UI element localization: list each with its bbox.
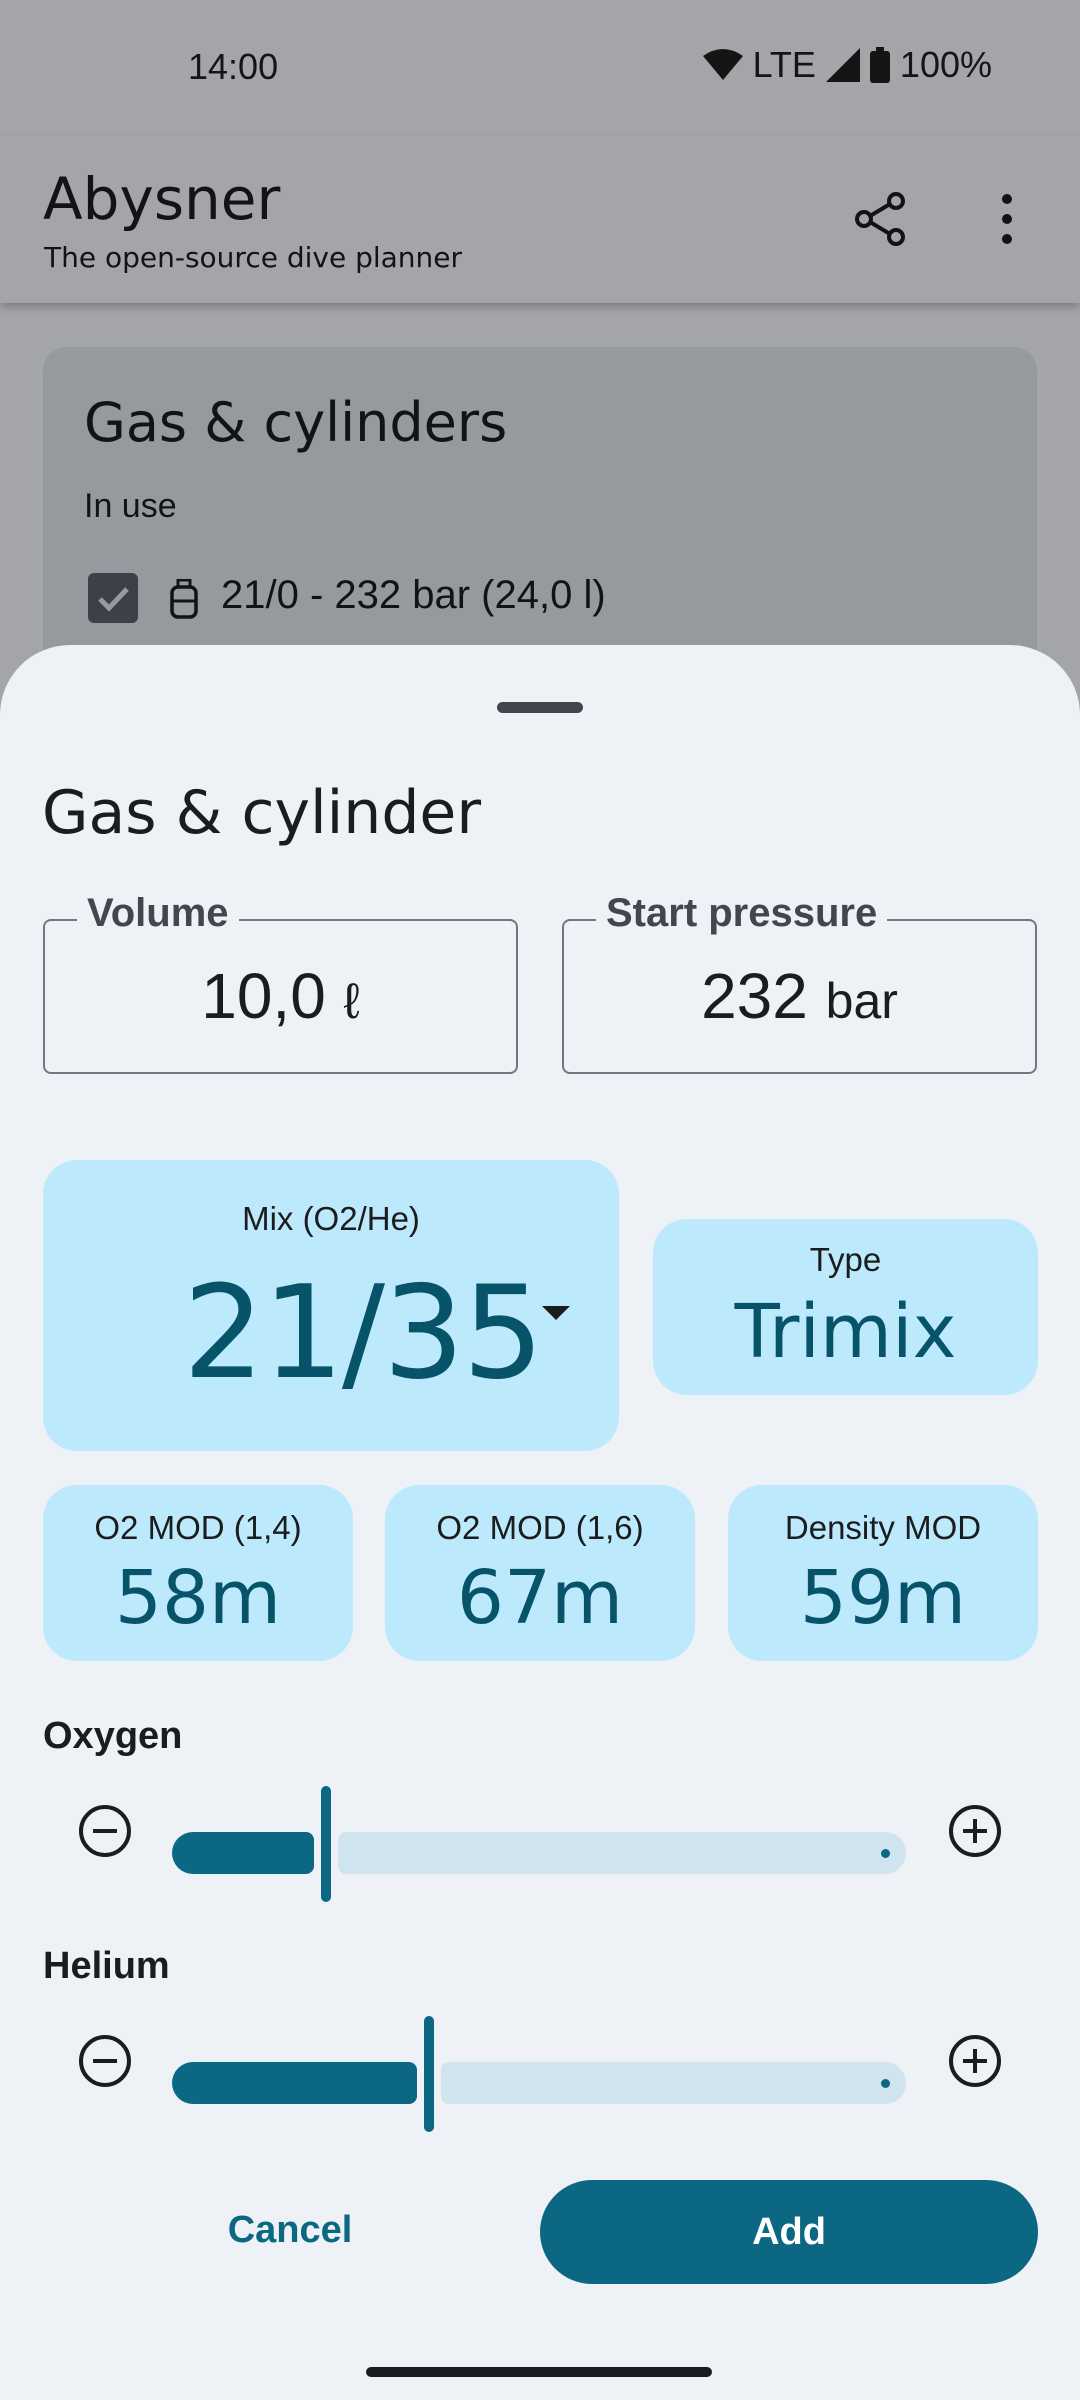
slider-active-track bbox=[172, 2062, 417, 2104]
helium-increase-button[interactable] bbox=[949, 2035, 1001, 2087]
slider-stop-dot bbox=[881, 2079, 890, 2088]
volume-label: Volume bbox=[77, 891, 239, 936]
start-pressure-value: 232 bbox=[701, 960, 808, 1032]
bottom-sheet: Gas & cylinder Volume 10,0 ℓ Start press… bbox=[0, 645, 1080, 2400]
mod-value: 59m bbox=[799, 1555, 967, 1641]
start-pressure-field[interactable]: Start pressure 232 bar bbox=[562, 891, 1037, 1074]
slider-inactive-track bbox=[441, 2062, 906, 2104]
minus-icon bbox=[93, 2059, 117, 2063]
volume-value-wrap: 10,0 ℓ bbox=[45, 959, 516, 1033]
cancel-button[interactable]: Cancel bbox=[180, 2180, 400, 2280]
helium-label: Helium bbox=[43, 1945, 170, 1987]
slider-thumb[interactable] bbox=[321, 1786, 331, 1902]
type-value: Trimix bbox=[734, 1289, 957, 1375]
mix-dropdown[interactable]: Mix (O2/He) 21/35 bbox=[43, 1160, 619, 1451]
mod-value: 58m bbox=[114, 1555, 282, 1641]
volume-unit: ℓ bbox=[343, 973, 360, 1029]
slider-stop-dot bbox=[881, 1849, 890, 1858]
start-pressure-label: Start pressure bbox=[596, 891, 888, 936]
drag-handle[interactable] bbox=[497, 702, 583, 713]
density-mod-tile: Density MOD 59m bbox=[728, 1485, 1038, 1661]
plus-icon-v bbox=[973, 1819, 977, 1843]
sheet-title: Gas & cylinder bbox=[42, 778, 481, 848]
minus-icon bbox=[93, 1829, 117, 1833]
dropdown-arrow-icon bbox=[542, 1306, 570, 1320]
mod-label: O2 MOD (1,6) bbox=[436, 1509, 644, 1546]
add-button[interactable]: Add bbox=[540, 2180, 1038, 2284]
volume-field[interactable]: Volume 10,0 ℓ bbox=[43, 891, 518, 1074]
mod-label: Density MOD bbox=[784, 1509, 982, 1546]
oxygen-decrease-button[interactable] bbox=[79, 1805, 131, 1857]
o2-mod-14-tile: O2 MOD (1,4) 58m bbox=[43, 1485, 353, 1661]
oxygen-increase-button[interactable] bbox=[949, 1805, 1001, 1857]
slider-active-track bbox=[172, 1832, 314, 1874]
slider-inactive-track bbox=[338, 1832, 906, 1874]
plus-icon-v bbox=[973, 2049, 977, 2073]
mix-value: 21/35 bbox=[183, 1259, 544, 1408]
start-pressure-unit: bar bbox=[825, 973, 898, 1029]
helium-decrease-button[interactable] bbox=[79, 2035, 131, 2087]
helium-slider[interactable] bbox=[172, 2016, 906, 2132]
mod-value: 67m bbox=[456, 1555, 624, 1641]
type-tile: Type Trimix bbox=[653, 1219, 1038, 1395]
mix-label: Mix (O2/He) bbox=[242, 1200, 420, 1237]
oxygen-slider[interactable] bbox=[172, 1786, 906, 1902]
o2-mod-16-tile: O2 MOD (1,6) 67m bbox=[385, 1485, 695, 1661]
start-pressure-value-wrap: 232 bar bbox=[564, 959, 1035, 1033]
slider-thumb[interactable] bbox=[424, 2016, 434, 2132]
volume-value: 10,0 bbox=[201, 960, 326, 1032]
gesture-home-bar[interactable] bbox=[366, 2367, 712, 2377]
mod-label: O2 MOD (1,4) bbox=[94, 1509, 302, 1546]
oxygen-label: Oxygen bbox=[43, 1715, 183, 1757]
type-label: Type bbox=[809, 1241, 882, 1278]
